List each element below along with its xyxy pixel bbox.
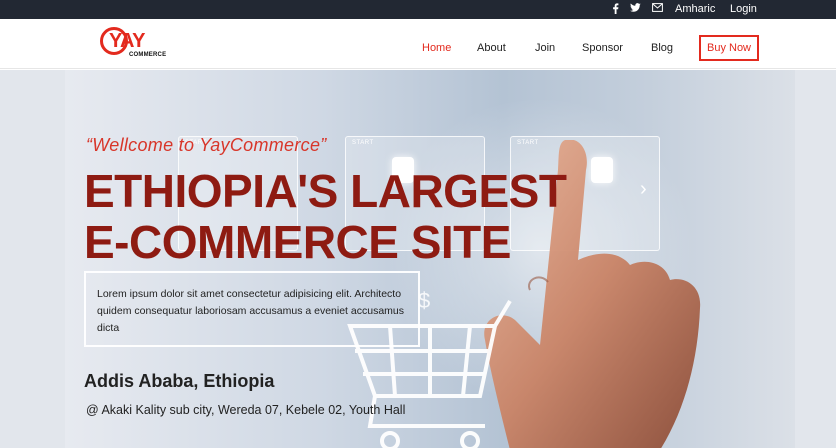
nav-item-join[interactable]: Join (535, 41, 555, 55)
nav-item-sponsor[interactable]: Sponsor (582, 41, 623, 55)
logo-text: YAY (109, 30, 145, 52)
hero-description-box: Lorem ipsum dolor sit amet consectetur a… (84, 271, 420, 347)
login-link[interactable]: Login (730, 2, 757, 16)
hero-city: Addis Ababa, Ethiopia (84, 371, 275, 391)
hero-description: Lorem ipsum dolor sit amet consectetur a… (97, 288, 404, 334)
hero-tagline: “Wellcome to YayCommerce” (86, 135, 327, 155)
hero-headline: ETHIOPIA'S LARGEST E-COMMERCE SITE (84, 165, 567, 268)
site-logo[interactable]: YAY COMMERCE (100, 25, 170, 63)
panel-label: START (352, 140, 374, 146)
mail-icon[interactable] (651, 3, 663, 16)
logo-subtext: COMMERCE (129, 52, 167, 58)
nav-item-home[interactable]: Home (422, 41, 451, 55)
twitter-icon[interactable] (629, 3, 641, 17)
facebook-icon[interactable] (610, 3, 620, 18)
buy-now-button[interactable]: Buy Now (699, 35, 759, 61)
hero-section: START START START › $ “Wellcome to YayCo… (0, 70, 836, 448)
nav-item-about[interactable]: About (477, 41, 506, 55)
language-link[interactable]: Amharic (675, 2, 715, 16)
nav-item-blog[interactable]: Blog (651, 41, 673, 55)
hero-address: @ Akaki Kality sub city, Wereda 07, Kebe… (86, 403, 406, 417)
headline-line-1: ETHIOPIA'S LARGEST (84, 165, 567, 217)
headline-line-2: E-COMMERCE SITE (84, 216, 511, 268)
top-bar: Amharic Login (0, 0, 836, 19)
site-header: YAY COMMERCE Home About Join Sponsor Blo… (0, 19, 836, 69)
